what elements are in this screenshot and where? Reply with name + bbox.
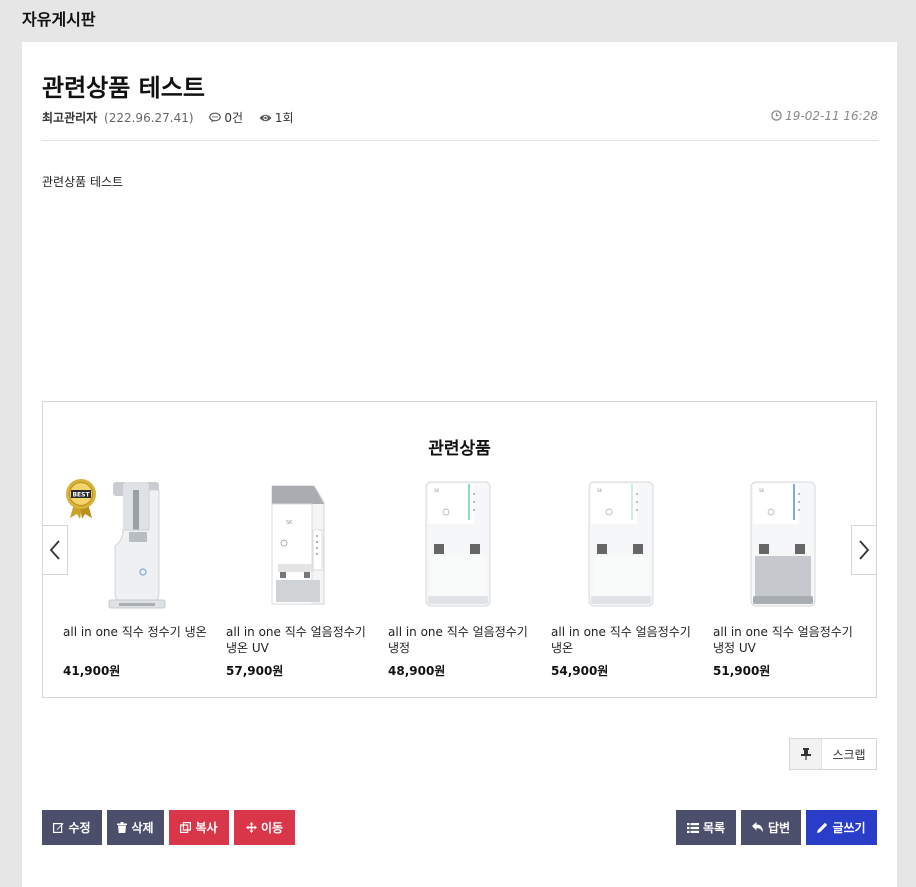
ice-water-purifier-image: SK (271, 485, 325, 605)
related-products-title: 관련상품 (428, 439, 491, 459)
arrows-move-icon (245, 822, 257, 833)
move-label: 이동 (260, 821, 284, 835)
product-price: 51,900원 (713, 664, 771, 678)
post-author[interactable]: 최고관리자 (42, 111, 97, 125)
product-name[interactable]: all in one 직수 얼음정수기 냉정 (388, 624, 538, 656)
scrap-button[interactable]: 스크랩 (789, 738, 877, 770)
product-name[interactable]: all in one 직수 정수기 냉온 (63, 624, 213, 656)
edit-button[interactable]: 수정 (42, 810, 102, 845)
divider (42, 140, 878, 141)
svg-text:SK: SK (759, 488, 765, 493)
ice-water-purifier-image: SK (588, 481, 654, 607)
ice-water-purifier-image: SK (425, 481, 491, 607)
post-meta: 최고관리자 (222.96.27.41) 0건 1회 19-02-11 16:2… (42, 109, 878, 127)
post-date-value: 19-02-11 16:28 (785, 109, 878, 123)
list-label: 목록 (702, 821, 726, 835)
copy-icon (180, 822, 192, 833)
list-icon (686, 822, 699, 833)
product-price: 48,900원 (388, 664, 446, 678)
product-card[interactable]: SK all in one 직수 얼음정수기 냉정 48,900원 (388, 480, 538, 679)
product-card[interactable]: SK all in one 직수 얼음정수기 냉온 54,900원 (551, 480, 701, 679)
product-name[interactable]: all in one 직수 얼음정수기 냉온 UV (226, 624, 376, 656)
related-products: 관련상품 BEST all in one 직수 정수기 냉온 41,900원 S… (42, 401, 877, 698)
svg-text:SK: SK (597, 488, 603, 493)
edit-icon (53, 823, 65, 833)
product-image[interactable]: SK (551, 480, 701, 615)
ice-water-purifier-image: SK (750, 481, 816, 607)
product-price: 41,900원 (63, 664, 121, 678)
product-image[interactable]: BEST (63, 479, 213, 615)
eye-icon (259, 114, 272, 122)
chevron-left-icon (49, 540, 60, 560)
svg-text:SK: SK (434, 488, 440, 493)
post-title: 관련상품 테스트 (42, 74, 205, 102)
product-card[interactable]: BEST all in one 직수 정수기 냉온 41,900원 (63, 479, 213, 679)
reply-button[interactable]: 답변 (741, 810, 801, 845)
clock-icon (771, 110, 782, 121)
svg-text:SK: SK (286, 520, 293, 526)
copy-button[interactable]: 복사 (169, 810, 229, 845)
product-name[interactable]: all in one 직수 얼음정수기 냉정 UV (713, 624, 863, 656)
product-image[interactable]: SK (226, 480, 376, 615)
product-price: 57,900원 (226, 664, 284, 678)
product-price: 54,900원 (551, 664, 609, 678)
post-ip: (222.96.27.41) (104, 111, 194, 125)
post-date: 19-02-11 16:28 (771, 109, 878, 123)
board-title: 자유게시판 (22, 10, 96, 29)
view-count-value: 1회 (274, 111, 294, 125)
edit-label: 수정 (68, 821, 91, 835)
product-card[interactable]: SK all in one 직수 얼음정수기 냉온 UV 57,900원 (226, 480, 376, 679)
trash-icon (117, 822, 128, 833)
comment-count-value: 0건 (224, 111, 244, 125)
view-count: 1회 (259, 111, 294, 125)
move-button[interactable]: 이동 (234, 810, 295, 845)
product-image[interactable]: SK (388, 480, 538, 615)
comment-icon (209, 112, 222, 123)
comment-count: 0건 (209, 111, 247, 125)
copy-label: 복사 (195, 821, 218, 835)
delete-label: 삭제 (131, 821, 154, 835)
scrap-label: 스크랩 (832, 747, 866, 762)
svg-text:BEST: BEST (72, 492, 90, 499)
product-image[interactable]: SK (713, 480, 863, 615)
best-badge-icon: BEST (66, 479, 96, 519)
list-button[interactable]: 목록 (676, 810, 736, 845)
write-button[interactable]: 글쓰기 (806, 810, 877, 845)
product-card[interactable]: SK all in one 직수 얼음정수기 냉정 UV 51,900원 (713, 480, 863, 679)
write-label: 글쓰기 (832, 821, 866, 835)
pencil-icon (817, 822, 828, 833)
product-name[interactable]: all in one 직수 얼음정수기 냉온 (551, 624, 701, 656)
pin-icon (790, 739, 822, 769)
post-view: 관련상품 테스트 최고관리자 (222.96.27.41) 0건 1회 19-0… (22, 42, 897, 887)
reply-icon (751, 822, 763, 833)
reply-label: 답변 (767, 821, 791, 835)
post-content: 관련상품 테스트 (42, 175, 124, 189)
delete-button[interactable]: 삭제 (107, 810, 164, 845)
